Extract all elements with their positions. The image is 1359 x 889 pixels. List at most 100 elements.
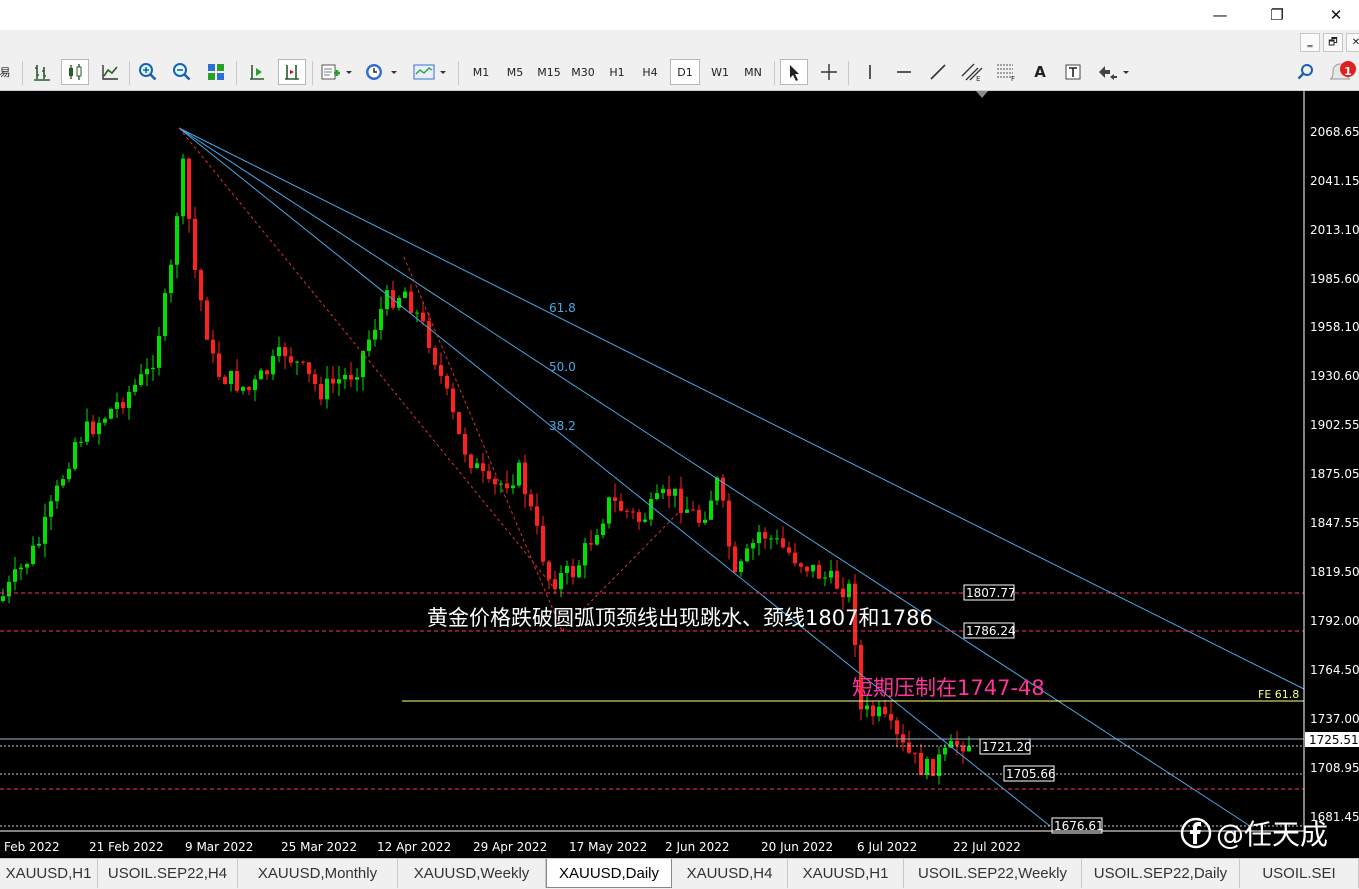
watermark: @任天成 xyxy=(1180,813,1328,853)
tab-usoil-more[interactable]: USOIL.SEI xyxy=(1240,859,1359,888)
notifications-icon[interactable]: 1 xyxy=(1326,59,1358,85)
fib-fan-line-50[interactable] xyxy=(178,127,1251,827)
candle-body xyxy=(205,300,209,340)
candle-body xyxy=(505,483,509,489)
candle-body xyxy=(523,462,527,495)
zoom-in-icon[interactable] xyxy=(135,59,161,85)
candle-body xyxy=(811,564,815,572)
svg-text:F: F xyxy=(1011,75,1015,82)
candle-body xyxy=(463,433,467,455)
price-scale[interactable]: 2068.65 2041.15 2013.10 1985.60 1958.10 … xyxy=(1310,125,1359,824)
cursor-arrow-icon[interactable] xyxy=(780,59,808,85)
timeframe-w1[interactable]: W1 xyxy=(705,59,735,85)
current-price-label: 1725.51 xyxy=(1309,733,1359,747)
watermark-text: @任天成 xyxy=(1216,818,1329,851)
timeframe-m5[interactable]: M5 xyxy=(500,59,530,85)
tab-xauusd-weekly[interactable]: XAUUSD,Weekly xyxy=(398,859,546,888)
tab-usoil-daily[interactable]: USOIL.SEP22,Daily xyxy=(1082,859,1240,888)
candle-body xyxy=(415,312,419,314)
candle-body xyxy=(79,441,83,443)
window-minimize-button[interactable]: — xyxy=(1200,2,1240,28)
price-label: 1985.60 xyxy=(1310,272,1359,286)
timeframe-m15[interactable]: M15 xyxy=(533,59,565,85)
text-tool-button[interactable]: A xyxy=(1028,59,1052,85)
candlestick-chart-icon[interactable] xyxy=(61,59,89,85)
candle-body xyxy=(535,506,539,526)
tile-windows-icon[interactable] xyxy=(203,59,229,85)
vertical-line-icon[interactable] xyxy=(857,59,883,85)
zoom-out-icon[interactable] xyxy=(169,59,195,85)
level-label-1807: 1807.77 xyxy=(966,586,1016,600)
timeframe-m1[interactable]: M1 xyxy=(466,59,496,85)
candle-body xyxy=(727,500,731,547)
window-close-button[interactable]: ✕ xyxy=(1316,2,1356,28)
date-label: 22 Jul 2022 xyxy=(953,840,1021,854)
price-chart[interactable]: 61.8 50.0 38.2 1807.77 1786.24 1721.20 1… xyxy=(0,91,1359,858)
candle-body xyxy=(379,309,383,330)
candlesticks xyxy=(1,153,971,785)
fib-fan-line-38-2[interactable] xyxy=(178,127,1051,827)
tab-xauusd-h1[interactable]: XAUUSD,H1 xyxy=(0,859,98,888)
tab-usoil-weekly[interactable]: USOIL.SEP22,Weekly xyxy=(904,859,1082,888)
candle-body xyxy=(907,742,911,753)
chart-shift-icon[interactable] xyxy=(278,59,306,85)
chart-minimize-button[interactable]: ‗ xyxy=(1300,33,1320,52)
candle-body xyxy=(253,379,257,391)
line-chart-icon[interactable] xyxy=(97,59,123,85)
search-icon[interactable] xyxy=(1292,59,1318,85)
chart-canvas[interactable]: 61.8 50.0 38.2 1807.77 1786.24 1721.20 1… xyxy=(0,91,1359,858)
equidistant-channel-icon[interactable]: E xyxy=(957,59,987,85)
chart-restore-button[interactable]: 🗗 xyxy=(1323,33,1343,52)
arrows-dropdown-icon[interactable] xyxy=(1094,59,1134,85)
tab-xauusd-daily[interactable]: XAUUSD,Daily xyxy=(546,859,672,888)
bar-chart-icon[interactable] xyxy=(29,59,55,85)
chart-shift-marker-icon[interactable] xyxy=(976,91,988,98)
time-scale[interactable]: Feb 2022 21 Feb 2022 9 Mar 2022 25 Mar 2… xyxy=(4,840,1021,854)
fibonacci-retracement-icon[interactable]: F xyxy=(992,59,1022,85)
crosshair-icon[interactable] xyxy=(816,59,842,85)
text-label-icon[interactable] xyxy=(1060,59,1086,85)
candle-body xyxy=(823,577,827,579)
trend-line-icon[interactable] xyxy=(925,59,951,85)
facebook-icon xyxy=(1180,817,1212,849)
timeframe-h4[interactable]: H4 xyxy=(635,59,665,85)
tab-usoil-h4[interactable]: USOIL.SEP22,H4 xyxy=(98,859,238,888)
candle-body xyxy=(355,377,359,380)
indicators-dropdown-icon[interactable] xyxy=(318,59,356,85)
tab-xauusd-monthly[interactable]: XAUUSD,Monthly xyxy=(238,859,398,888)
candle-body xyxy=(103,418,107,423)
candle-body xyxy=(589,543,593,545)
timeframe-h1[interactable]: H1 xyxy=(602,59,632,85)
tab-xauusd-h4[interactable]: XAUUSD,H4 xyxy=(672,859,788,888)
horizontal-line-icon[interactable] xyxy=(891,59,917,85)
candle-body xyxy=(487,471,491,479)
timeframe-d1[interactable]: D1 xyxy=(670,59,700,85)
candle-body xyxy=(643,519,647,522)
candle-body xyxy=(1,596,5,601)
candle-body xyxy=(913,752,917,754)
level-label-1786: 1786.24 xyxy=(966,624,1016,638)
timeframe-m30[interactable]: M30 xyxy=(567,59,599,85)
notification-count-badge: 1 xyxy=(1344,65,1352,78)
candle-body xyxy=(277,347,281,357)
periods-clock-dropdown-icon[interactable] xyxy=(362,59,402,85)
candle-body xyxy=(601,523,605,536)
candle-body xyxy=(121,402,125,409)
date-label: 29 Apr 2022 xyxy=(473,840,547,854)
candle-body xyxy=(97,422,101,435)
candle-body xyxy=(931,758,935,776)
candle-body xyxy=(373,329,377,340)
chart-close-button[interactable]: ✕ xyxy=(1346,33,1359,52)
candle-body xyxy=(301,361,305,363)
window-restore-button[interactable]: ❐ xyxy=(1257,2,1297,28)
auto-scroll-icon[interactable] xyxy=(244,59,270,85)
candle-body xyxy=(133,384,137,392)
candle-body xyxy=(439,364,443,376)
templates-dropdown-icon[interactable] xyxy=(410,59,450,85)
fib-fan-line-61-8[interactable] xyxy=(178,127,1305,690)
candle-body xyxy=(187,158,191,219)
tab-xauusd-h1-2[interactable]: XAUUSD,H1 xyxy=(788,859,904,888)
timeframe-mn[interactable]: MN xyxy=(738,59,768,85)
candle-body xyxy=(475,463,479,469)
candle-body xyxy=(571,565,575,578)
